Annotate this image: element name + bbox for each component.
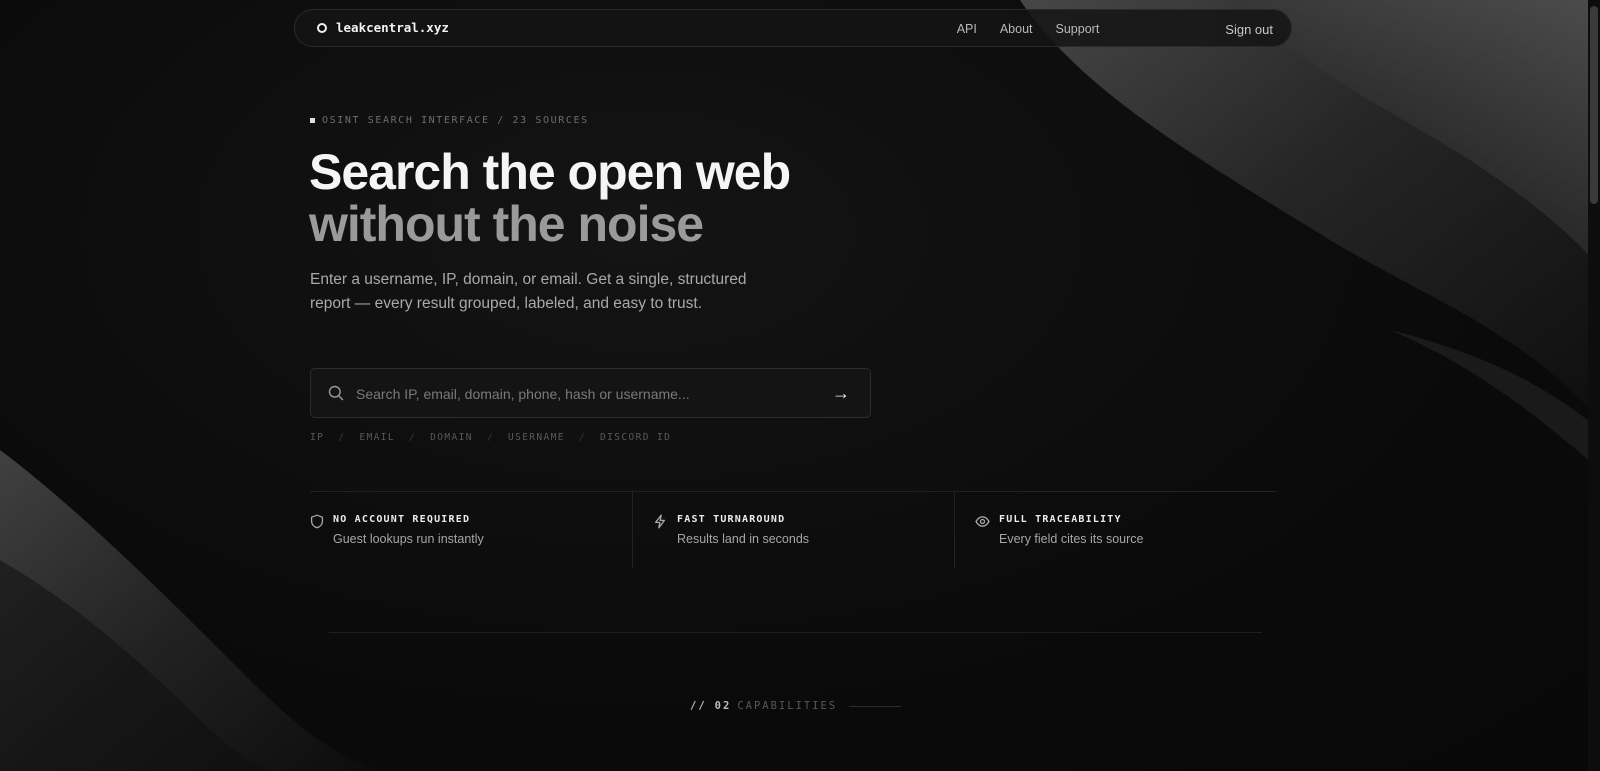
nav-link-support[interactable]: Support	[1056, 22, 1100, 36]
search-type-ip: IP	[310, 432, 325, 443]
nav-links: API About Support Sign out	[957, 10, 1273, 48]
section-title: CAPABILITIES	[737, 700, 838, 712]
type-separator: /	[408, 432, 417, 443]
brand-logo-icon	[317, 22, 327, 33]
page-scrollbar[interactable]	[1588, 0, 1600, 771]
feature-title: NO ACCOUNT REQUIRED	[333, 514, 471, 525]
top-nav: leakcentral.xyz API About Support Sign o…	[294, 9, 1292, 47]
search-type-discord-id: DISCORD ID	[600, 432, 672, 443]
search-box: →	[310, 368, 871, 419]
feature-description: Guest lookups run instantly	[333, 532, 484, 546]
feature-title: FULL TRACEABILITY	[999, 514, 1122, 525]
search-type-email: EMAIL	[359, 432, 395, 443]
shield-icon	[310, 514, 324, 534]
page: leakcentral.xyz API About Support Sign o…	[0, 0, 1600, 771]
eye-icon	[975, 514, 990, 534]
lightning-icon	[653, 514, 667, 534]
nav-link-api[interactable]: API	[957, 22, 977, 36]
type-separator: /	[338, 432, 346, 443]
feature-description: Every field cites its source	[999, 532, 1144, 546]
search-type-username: USERNAME	[507, 432, 565, 443]
account-placeholder	[1122, 15, 1215, 43]
search-submit-button[interactable]: →	[830, 382, 852, 404]
eyebrow-text: OSINT SEARCH INTERFACE / 23 SOURCES	[322, 115, 589, 126]
search-type-domain: DOMAIN	[430, 432, 473, 443]
hero-description: Enter a username, IP, domain, or email. …	[310, 271, 747, 312]
brand-name: leakcentral.xyz	[336, 20, 449, 35]
section-number: 02	[714, 700, 732, 712]
nav-link-about[interactable]: About	[1000, 22, 1033, 36]
search-input[interactable]	[354, 369, 798, 419]
section-heading-capabilities: // 02 CAPABILITIES	[690, 700, 902, 712]
eyebrow-square-icon	[310, 118, 315, 123]
type-separator: /	[486, 432, 494, 443]
section-rule	[849, 705, 902, 707]
headline-line-2: without the noise	[309, 196, 704, 252]
feature-description: Results land in seconds	[677, 532, 810, 546]
headline-line-1: Search the open web	[309, 144, 791, 200]
feature-fast-turnaround: FAST TURNAROUND Results land in seconds	[632, 492, 954, 568]
scrollbar-thumb[interactable]	[1590, 6, 1598, 204]
feature-strip: NO ACCOUNT REQUIRED Guest lookups run in…	[310, 491, 1277, 568]
feature-title: FAST TURNAROUND	[677, 514, 786, 525]
sign-out-button[interactable]: Sign out	[1225, 22, 1273, 37]
hero-headline: Search the open web without the noise	[309, 144, 791, 252]
section-divider	[329, 632, 1262, 633]
type-separator: /	[578, 432, 587, 443]
hero-eyebrow: OSINT SEARCH INTERFACE / 23 SOURCES	[310, 115, 589, 126]
brand-link[interactable]: leakcentral.xyz	[317, 20, 449, 35]
search-icon	[328, 385, 344, 406]
feature-no-account: NO ACCOUNT REQUIRED Guest lookups run in…	[310, 492, 632, 568]
search-type-list: IP / EMAIL / DOMAIN / USERNAME / DISCORD…	[310, 432, 671, 443]
feature-full-traceability: FULL TRACEABILITY Every field cites its …	[954, 492, 1276, 568]
section-prefix: //	[690, 700, 707, 712]
